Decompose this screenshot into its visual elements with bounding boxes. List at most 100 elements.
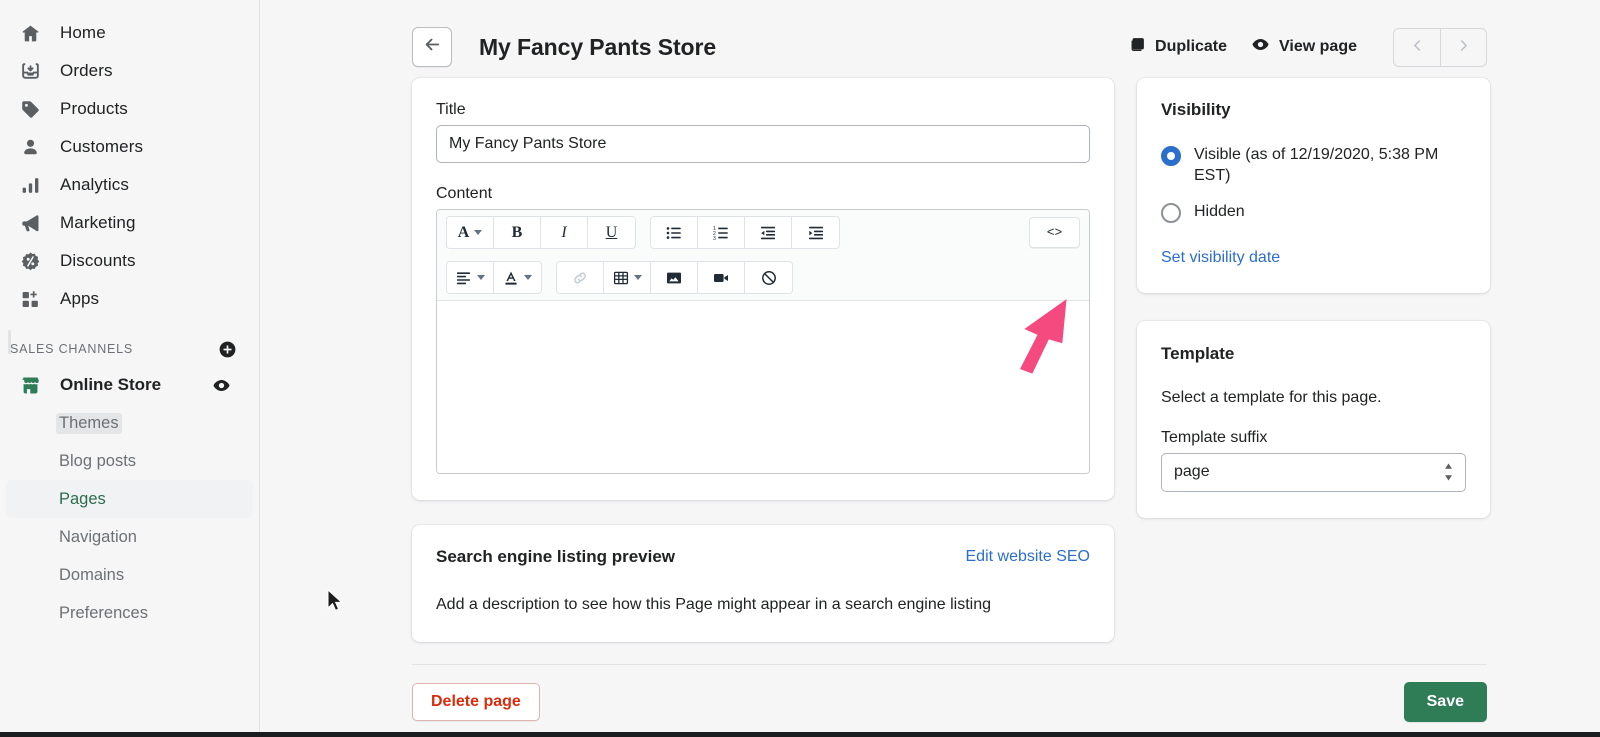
megaphone-icon: [16, 211, 44, 235]
insert-group: [556, 261, 793, 294]
set-visibility-date-link[interactable]: Set visibility date: [1161, 249, 1466, 267]
page-details-card: Title Content A B I U: [412, 78, 1114, 500]
page-title: My Fancy Pants Store: [479, 33, 717, 60]
arrow-left-icon: [423, 35, 442, 59]
insert-video-icon[interactable]: [698, 262, 745, 293]
page-header-actions: Duplicate View page: [1129, 27, 1487, 67]
tag-icon: [16, 97, 44, 121]
insert-image-icon[interactable]: [651, 262, 698, 293]
sidebar-subitem-label: Blog posts: [59, 451, 137, 470]
sidebar-item-discounts[interactable]: Discounts: [6, 242, 253, 280]
visibility-card-title: Visibility: [1161, 100, 1231, 119]
radio-hidden[interactable]: [1161, 202, 1181, 223]
apps-grid-plus-icon: [16, 287, 44, 311]
edit-website-seo-link[interactable]: Edit website SEO: [966, 548, 1091, 566]
template-card-title: Template: [1161, 343, 1235, 363]
view-page-button[interactable]: View page: [1251, 35, 1357, 59]
chevron-down-icon: [633, 275, 642, 280]
sidebar-subitem-label: Navigation: [59, 527, 137, 546]
sidebar-subitem-pages[interactable]: Pages: [6, 480, 253, 518]
sidebar-item-label: Analytics: [60, 175, 129, 194]
radio-visible[interactable]: [1161, 146, 1181, 166]
sidebar-subitem-themes[interactable]: Themes: [6, 404, 253, 442]
sales-channels-section-header: SALES CHANNELS: [0, 332, 259, 366]
insert-table-icon[interactable]: [604, 262, 651, 293]
next-page-button[interactable]: [1440, 27, 1487, 67]
sidebar-item-label: Apps: [60, 289, 100, 308]
indent-icon[interactable]: [792, 217, 839, 248]
plus-circle-icon[interactable]: [218, 340, 237, 359]
delete-page-button[interactable]: Delete page: [412, 683, 540, 721]
sidebar-subitem-navigation[interactable]: Navigation: [6, 518, 253, 556]
editor-toolbar-row-1: A B I U 123 <>: [437, 210, 1089, 255]
font-format-icon[interactable]: A: [447, 217, 494, 248]
page-pagination: [1393, 27, 1487, 67]
left-sidebar: Home Orders Products Customers Analytics: [0, 0, 260, 737]
seo-preview-card: Search engine listing preview Edit websi…: [412, 525, 1114, 642]
eye-icon[interactable]: [212, 376, 231, 395]
template-suffix-value: page: [1174, 463, 1210, 481]
footer-actions: Delete page Save: [260, 665, 1600, 722]
italic-icon[interactable]: I: [541, 217, 588, 248]
select-stepper-icon: [1443, 463, 1454, 481]
show-html-code-button[interactable]: <>: [1029, 217, 1080, 248]
sidebar-item-label: Products: [60, 99, 128, 118]
sidebar-item-products[interactable]: Products: [6, 90, 253, 128]
sidebar-subitem-label: Domains: [59, 565, 125, 584]
sidebar-subitem-domains[interactable]: Domains: [6, 556, 253, 594]
orders-inbox-icon: [16, 59, 44, 83]
sidebar-subitem-label: Themes: [56, 412, 122, 434]
template-suffix-select[interactable]: page: [1161, 452, 1466, 492]
title-input[interactable]: [436, 125, 1090, 163]
storefront-icon: [16, 375, 44, 396]
seo-card-body: Add a description to see how this Page m…: [436, 596, 992, 613]
sidebar-item-marketing[interactable]: Marketing: [6, 204, 253, 242]
insert-link-icon[interactable]: [557, 262, 604, 293]
outdent-icon[interactable]: [745, 217, 792, 248]
duplicate-icon: [1129, 36, 1146, 58]
sidebar-item-analytics[interactable]: Analytics: [6, 166, 253, 204]
alignment-color-group: [446, 261, 542, 294]
svg-text:3: 3: [713, 236, 716, 241]
sidebar-item-online-store[interactable]: Online Store: [6, 366, 253, 404]
visibility-option-label: Hidden: [1194, 202, 1245, 220]
main-content: My Fancy Pants Store Duplicate View page: [260, 0, 1600, 737]
align-text-icon[interactable]: [447, 262, 494, 293]
visibility-option-visible[interactable]: Visible (as of 12/19/2020, 5:38 PM EST): [1161, 144, 1466, 187]
save-button[interactable]: Save: [1403, 682, 1487, 722]
editor-content-area[interactable]: [437, 301, 1089, 473]
chevron-down-icon: [524, 275, 532, 280]
duplicate-button[interactable]: Duplicate: [1129, 36, 1227, 58]
bold-icon[interactable]: B: [494, 217, 541, 248]
bar-chart-icon: [16, 173, 44, 197]
visibility-option-label: Visible (as of 12/19/2020, 5:38 PM EST): [1194, 146, 1439, 185]
back-button[interactable]: [412, 27, 452, 67]
sidebar-subitem-preferences[interactable]: Preferences: [6, 594, 253, 632]
sidebar-item-apps[interactable]: Apps: [6, 280, 253, 318]
chevron-left-icon: [1410, 38, 1425, 56]
underline-icon[interactable]: U: [588, 217, 635, 248]
text-color-icon[interactable]: [494, 262, 541, 293]
numbered-list-icon[interactable]: 123: [698, 217, 745, 248]
sidebar-item-orders[interactable]: Orders: [6, 52, 253, 90]
percent-badge-icon: [16, 249, 44, 273]
visibility-card: Visibility Visible (as of 12/19/2020, 5:…: [1137, 78, 1490, 293]
home-icon: [16, 21, 44, 45]
sidebar-subitem-label: Preferences: [59, 603, 148, 622]
sidebar-item-label: Home: [60, 23, 106, 42]
visibility-option-hidden[interactable]: Hidden: [1161, 201, 1466, 223]
eye-icon: [1251, 35, 1270, 59]
bulleted-list-icon[interactable]: [651, 217, 698, 248]
sidebar-item-label: Marketing: [60, 213, 136, 232]
clear-formatting-icon[interactable]: [745, 262, 792, 293]
seo-card-header: Search engine listing preview Edit websi…: [436, 547, 1090, 567]
chevron-down-icon: [474, 230, 483, 235]
sales-channels-label: SALES CHANNELS: [10, 342, 134, 356]
list-indent-group: 123: [650, 216, 840, 249]
editor-toolbar-row-2: [437, 255, 1089, 301]
text-style-group: A B I U: [446, 216, 636, 249]
sidebar-item-customers[interactable]: Customers: [6, 128, 253, 166]
sidebar-item-home[interactable]: Home: [6, 14, 253, 52]
previous-page-button[interactable]: [1393, 27, 1440, 67]
sidebar-subitem-blog-posts[interactable]: Blog posts: [6, 442, 253, 480]
